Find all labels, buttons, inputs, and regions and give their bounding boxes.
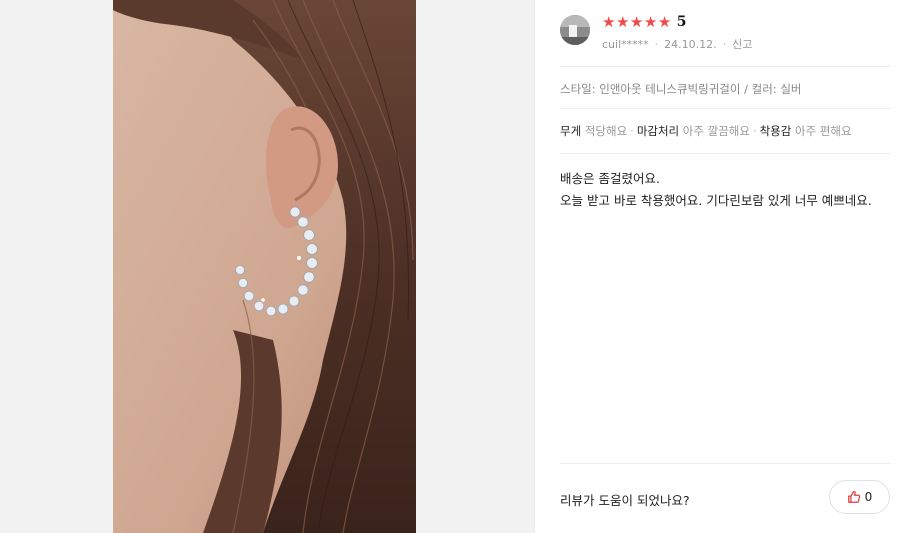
review-body: 배송은 좀걸렸어요. 오늘 받고 바로 착용했어요. 기다린보람 있게 너무 예… — [560, 168, 872, 212]
review-attributes: 무게 적당해요 · 마감처리 아주 깔끔해요 · 착용감 아주 편해요 — [560, 123, 852, 139]
review-line: 배송은 좀걸렸어요. — [560, 171, 660, 186]
purchase-option: 스타일: 인앤아웃 테니스큐빅링귀걸이 / 컬러: 실버 — [560, 82, 802, 96]
divider — [560, 66, 890, 67]
review-detail-panel: ★ ★ ★ ★ ★ 5 cuil***** · 24.10.12. · 신고 스타일: … — [535, 0, 913, 533]
review-photo[interactable] — [113, 0, 416, 533]
star-icon: ★ — [629, 13, 644, 31]
review-date: 24.10.12. — [664, 38, 717, 51]
star-icon: ★ — [657, 13, 672, 31]
divider — [560, 463, 890, 464]
divider — [560, 153, 890, 154]
attr-key-finish: 마감처리 — [636, 124, 680, 138]
mid-gutter — [416, 0, 534, 533]
left-gutter — [0, 0, 113, 533]
meta-separator: · — [722, 38, 727, 51]
attr-value-finish: 아주 깔끔해요 — [682, 124, 750, 138]
review-meta: cuil***** · 24.10.12. · 신고 — [602, 36, 752, 52]
user-name: cuil***** — [602, 38, 649, 51]
like-count: 0 — [864, 490, 873, 504]
star-icon: ★ — [643, 13, 658, 31]
rating-value: 5 — [676, 14, 687, 30]
divider — [560, 108, 890, 109]
rating-stars: ★ ★ ★ ★ ★ 5 — [602, 14, 687, 30]
reviewer-header: ★ ★ ★ ★ ★ 5 cuil***** · 24.10.12. · 신고 — [560, 14, 890, 55]
helpful-button[interactable]: 0 — [829, 480, 890, 514]
report-link[interactable]: 신고 — [732, 38, 752, 51]
attr-value-comfort: 아주 편해요 — [795, 124, 852, 138]
helpful-question: 리뷰가 도움이 되었나요? — [560, 493, 690, 508]
attr-key-weight: 무게 — [560, 124, 582, 138]
attr-separator: · — [630, 124, 634, 138]
attr-key-comfort: 착용감 — [759, 124, 792, 138]
thumbs-up-icon — [847, 490, 860, 503]
avatar-image — [560, 15, 590, 45]
attr-separator: · — [752, 124, 757, 138]
avatar — [560, 15, 590, 45]
meta-separator: · — [654, 38, 659, 51]
review-line: 오늘 받고 바로 착용했어요. 기다린보람 있게 너무 예쁘네요. — [560, 193, 872, 208]
star-icon: ★ — [615, 13, 630, 31]
star-icon: ★ — [602, 13, 616, 31]
attr-value-weight: 적당해요 — [584, 124, 628, 138]
earring-photo — [113, 0, 416, 533]
